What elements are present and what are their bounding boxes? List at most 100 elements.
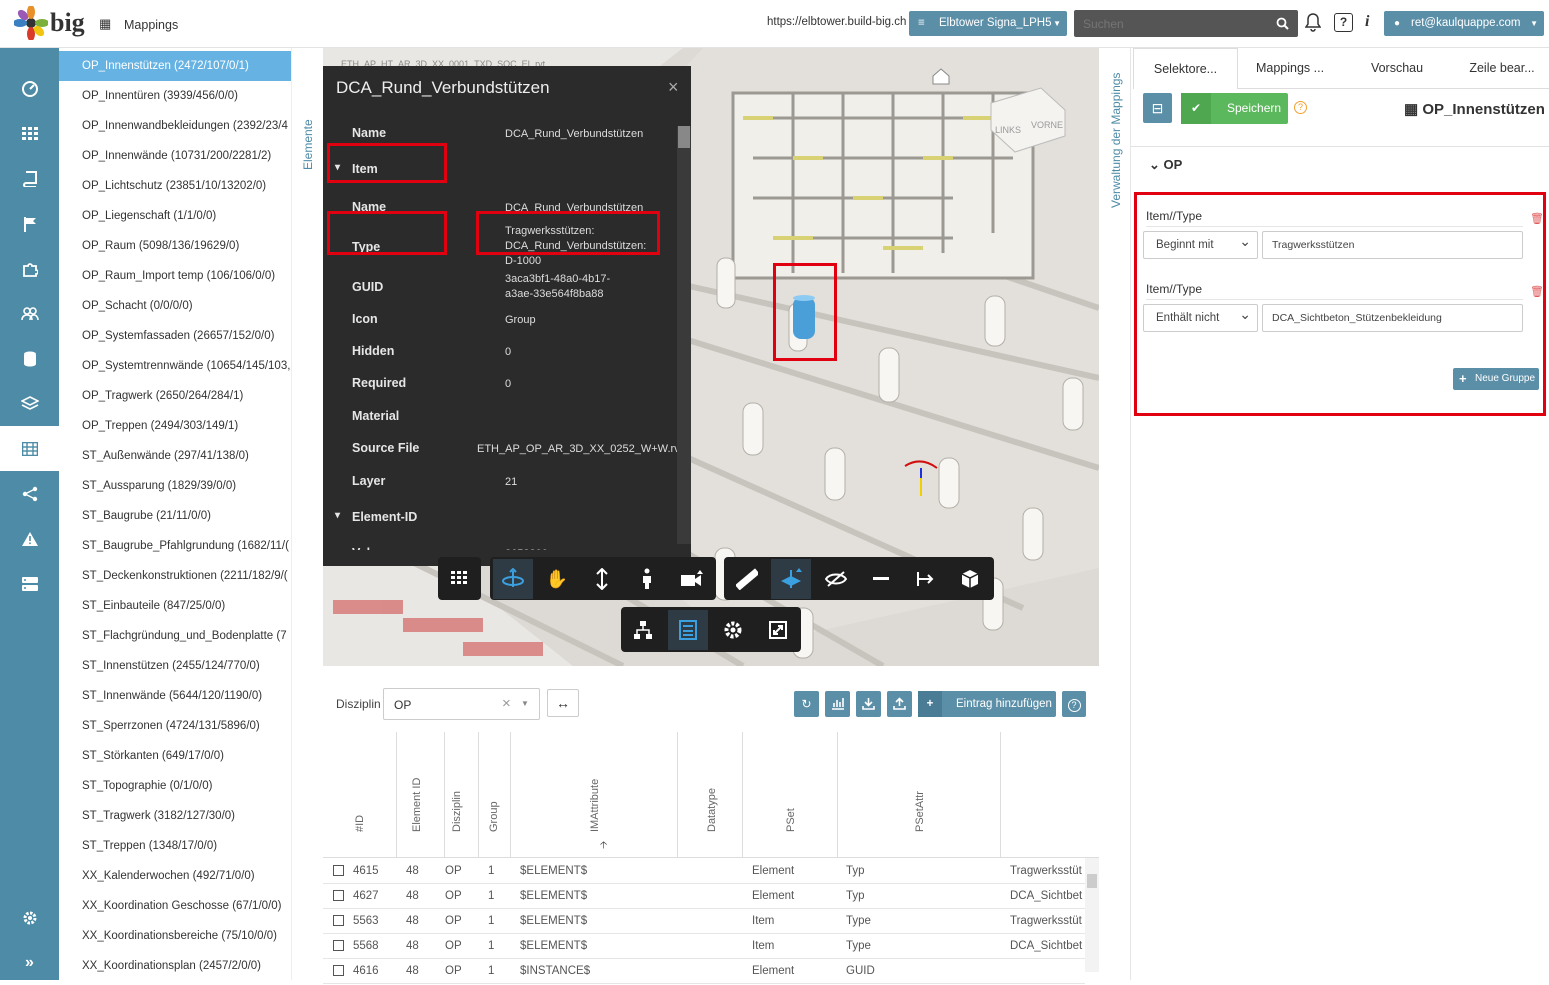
explode-icon[interactable]: [906, 559, 946, 599]
list-item[interactable]: ST_Baugrube_Pfahlgrundung (1682/11/(: [59, 531, 291, 561]
cube-icon[interactable]: [950, 559, 990, 599]
list-item[interactable]: OP_Innenstützen (2472/107/0/1): [59, 51, 291, 81]
grid-icon[interactable]: [0, 111, 59, 156]
col-header[interactable]: IMAttribute: [589, 779, 601, 832]
mappings-admin-tab[interactable]: Verwaltung der Mappings: [1109, 73, 1123, 208]
list-item[interactable]: ST_Einbauteile (847/25/0/0): [59, 591, 291, 621]
collapse-icon[interactable]: ⊟: [1143, 93, 1172, 123]
pan-hand-icon[interactable]: ✋: [537, 559, 577, 599]
table-row[interactable]: 5563 48 OP 1 $ELEMENT$ Item Type Tragwerksstüt: [323, 909, 1085, 934]
scrollbar[interactable]: [677, 126, 691, 544]
table-icon[interactable]: [0, 426, 59, 471]
list-item[interactable]: OP_Innentüren (3939/456/0/0): [59, 81, 291, 111]
project-url[interactable]: https://elbtower.build-big.ch: [767, 16, 906, 28]
help-button[interactable]: ?: [1062, 691, 1086, 717]
settings-icon[interactable]: [0, 895, 59, 940]
minus-icon[interactable]: [861, 559, 901, 599]
list-item[interactable]: OP_Raum_Import temp (106/106/0/0): [59, 261, 291, 291]
table-row[interactable]: 5568 48 OP 1 $ELEMENT$ Item Type DCA_Sichtbet: [323, 934, 1085, 959]
chart-icon[interactable]: [825, 691, 850, 717]
list-item[interactable]: ST_Innenwände (5644/120/1190/0): [59, 681, 291, 711]
list-item[interactable]: ST_Sperrzonen (4724/131/5896/0): [59, 711, 291, 741]
ruler-icon[interactable]: [727, 559, 767, 599]
list-item[interactable]: OP_Raum (5098/136/19629/0): [59, 231, 291, 261]
list-item[interactable]: ST_Aussparung (1829/39/0/0): [59, 471, 291, 501]
warning-icon[interactable]: [0, 516, 59, 561]
book-icon[interactable]: [0, 156, 59, 201]
col-header[interactable]: Datatype: [706, 788, 718, 832]
col-header[interactable]: #ID: [354, 815, 366, 832]
list-item[interactable]: ST_Deckenkonstruktionen (2211/182/9/(: [59, 561, 291, 591]
list-item[interactable]: XX_Koordinationsplan (2457/2/0/0): [59, 951, 291, 980]
row-checkbox[interactable]: [333, 865, 344, 876]
server-icon[interactable]: [0, 561, 59, 606]
puzzle-icon[interactable]: [0, 246, 59, 291]
upload-icon[interactable]: [887, 691, 912, 717]
list-item[interactable]: OP_Innenwandbekleidungen (2392/23/4: [59, 111, 291, 141]
bell-icon[interactable]: [1305, 13, 1321, 32]
sort-arrow-icon[interactable]: 🡡: [600, 838, 607, 855]
list-item[interactable]: ST_Störkanten (649/17/0/0): [59, 741, 291, 771]
users-icon[interactable]: [0, 291, 59, 336]
properties-icon[interactable]: [668, 610, 708, 650]
table-scrollbar[interactable]: [1085, 858, 1099, 972]
list-item[interactable]: ST_Tragwerk (3182/127/30/0): [59, 801, 291, 831]
list-item[interactable]: OP_Schacht (0/0/0/0): [59, 291, 291, 321]
list-item[interactable]: OP_Systemtrennwände (10654/145/103,: [59, 351, 291, 381]
nav-cube-label[interactable]: VORNE: [1031, 120, 1063, 130]
col-header[interactable]: Group: [488, 801, 500, 832]
close-button[interactable]: ×: [668, 77, 679, 98]
elements-tab[interactable]: Elemente: [301, 119, 315, 170]
list-item[interactable]: OP_Lichtschutz (23851/10/13202/0): [59, 171, 291, 201]
share-icon[interactable]: [0, 471, 59, 516]
clear-icon[interactable]: ×: [502, 695, 511, 712]
col-header[interactable]: PSet: [785, 808, 797, 832]
database-icon[interactable]: [0, 336, 59, 381]
add-entry-button[interactable]: + Eintrag hinzufügen: [918, 691, 1056, 717]
list-item[interactable]: OP_Innenwände (10731/200/2281/2): [59, 141, 291, 171]
model-tree-icon[interactable]: [623, 610, 663, 650]
list-item[interactable]: OP_Treppen (2494/303/149/1): [59, 411, 291, 441]
layers-icon[interactable]: [0, 381, 59, 426]
search-input[interactable]: [1074, 10, 1270, 37]
expand-width-icon[interactable]: ↔: [547, 689, 579, 717]
section-header[interactable]: ▾ Element-ID: [335, 510, 417, 524]
discipline-select[interactable]: OP × ▼: [383, 688, 540, 720]
camera-icon[interactable]: [672, 559, 712, 599]
list-item[interactable]: XX_Koordinationsbereiche (75/10/0/0): [59, 921, 291, 951]
expand-icon[interactable]: »: [0, 940, 59, 985]
project-selector[interactable]: ≡ Elbtower Signa_LPH5 ▼: [909, 11, 1067, 36]
row-checkbox[interactable]: [333, 890, 344, 901]
list-item[interactable]: OP_Tragwerk (2650/264/284/1): [59, 381, 291, 411]
search-icon[interactable]: [1276, 17, 1289, 30]
help-button[interactable]: ?: [1334, 13, 1353, 32]
list-item[interactable]: XX_Kalenderwochen (492/71/0/0): [59, 861, 291, 891]
refresh-icon[interactable]: ↻: [794, 691, 819, 717]
col-header[interactable]: PSetAttr: [914, 791, 926, 832]
tab-edit-row[interactable]: Zeile bear...: [1452, 48, 1549, 89]
row-checkbox[interactable]: [333, 915, 344, 926]
grid-icon[interactable]: [439, 558, 479, 598]
col-header[interactable]: Disziplin: [451, 791, 463, 832]
col-header[interactable]: Element ID: [411, 778, 423, 832]
download-icon[interactable]: [856, 691, 881, 717]
info-button[interactable]: i: [1365, 13, 1369, 31]
save-button[interactable]: ✔ Speichern: [1181, 93, 1288, 124]
row-checkbox[interactable]: [333, 965, 344, 976]
list-item[interactable]: ST_Flachgründung_und_Bodenplatte (7: [59, 621, 291, 651]
dashboard-icon[interactable]: [0, 66, 59, 111]
search-field[interactable]: [1074, 10, 1298, 37]
list-item[interactable]: OP_Liegenschaft (1/1/0/0): [59, 201, 291, 231]
list-item[interactable]: ST_Außenwände (297/41/138/0): [59, 441, 291, 471]
tab-preview[interactable]: Vorschau: [1347, 48, 1447, 89]
list-item[interactable]: ST_Baugrube (21/11/0/0): [59, 501, 291, 531]
tab-mappings[interactable]: Mappings ...: [1240, 48, 1340, 89]
help-icon[interactable]: ?: [1294, 101, 1307, 114]
table-row[interactable]: 4616 48 OP 1 $INSTANCE$ Element GUID: [323, 959, 1085, 984]
orbit-icon[interactable]: [493, 559, 533, 599]
list-item[interactable]: ST_Innenstützen (2455/124/770/0): [59, 651, 291, 681]
table-row[interactable]: 4615 48 OP 1 $ELEMENT$ Element Typ Tragwerksstü…: [323, 859, 1085, 884]
gear-icon[interactable]: [713, 610, 753, 650]
list-item[interactable]: ST_Topographie (0/1/0/0): [59, 771, 291, 801]
table-row[interactable]: 4627 48 OP 1 $ELEMENT$ Element Typ DCA_Sichtbet: [323, 884, 1085, 909]
